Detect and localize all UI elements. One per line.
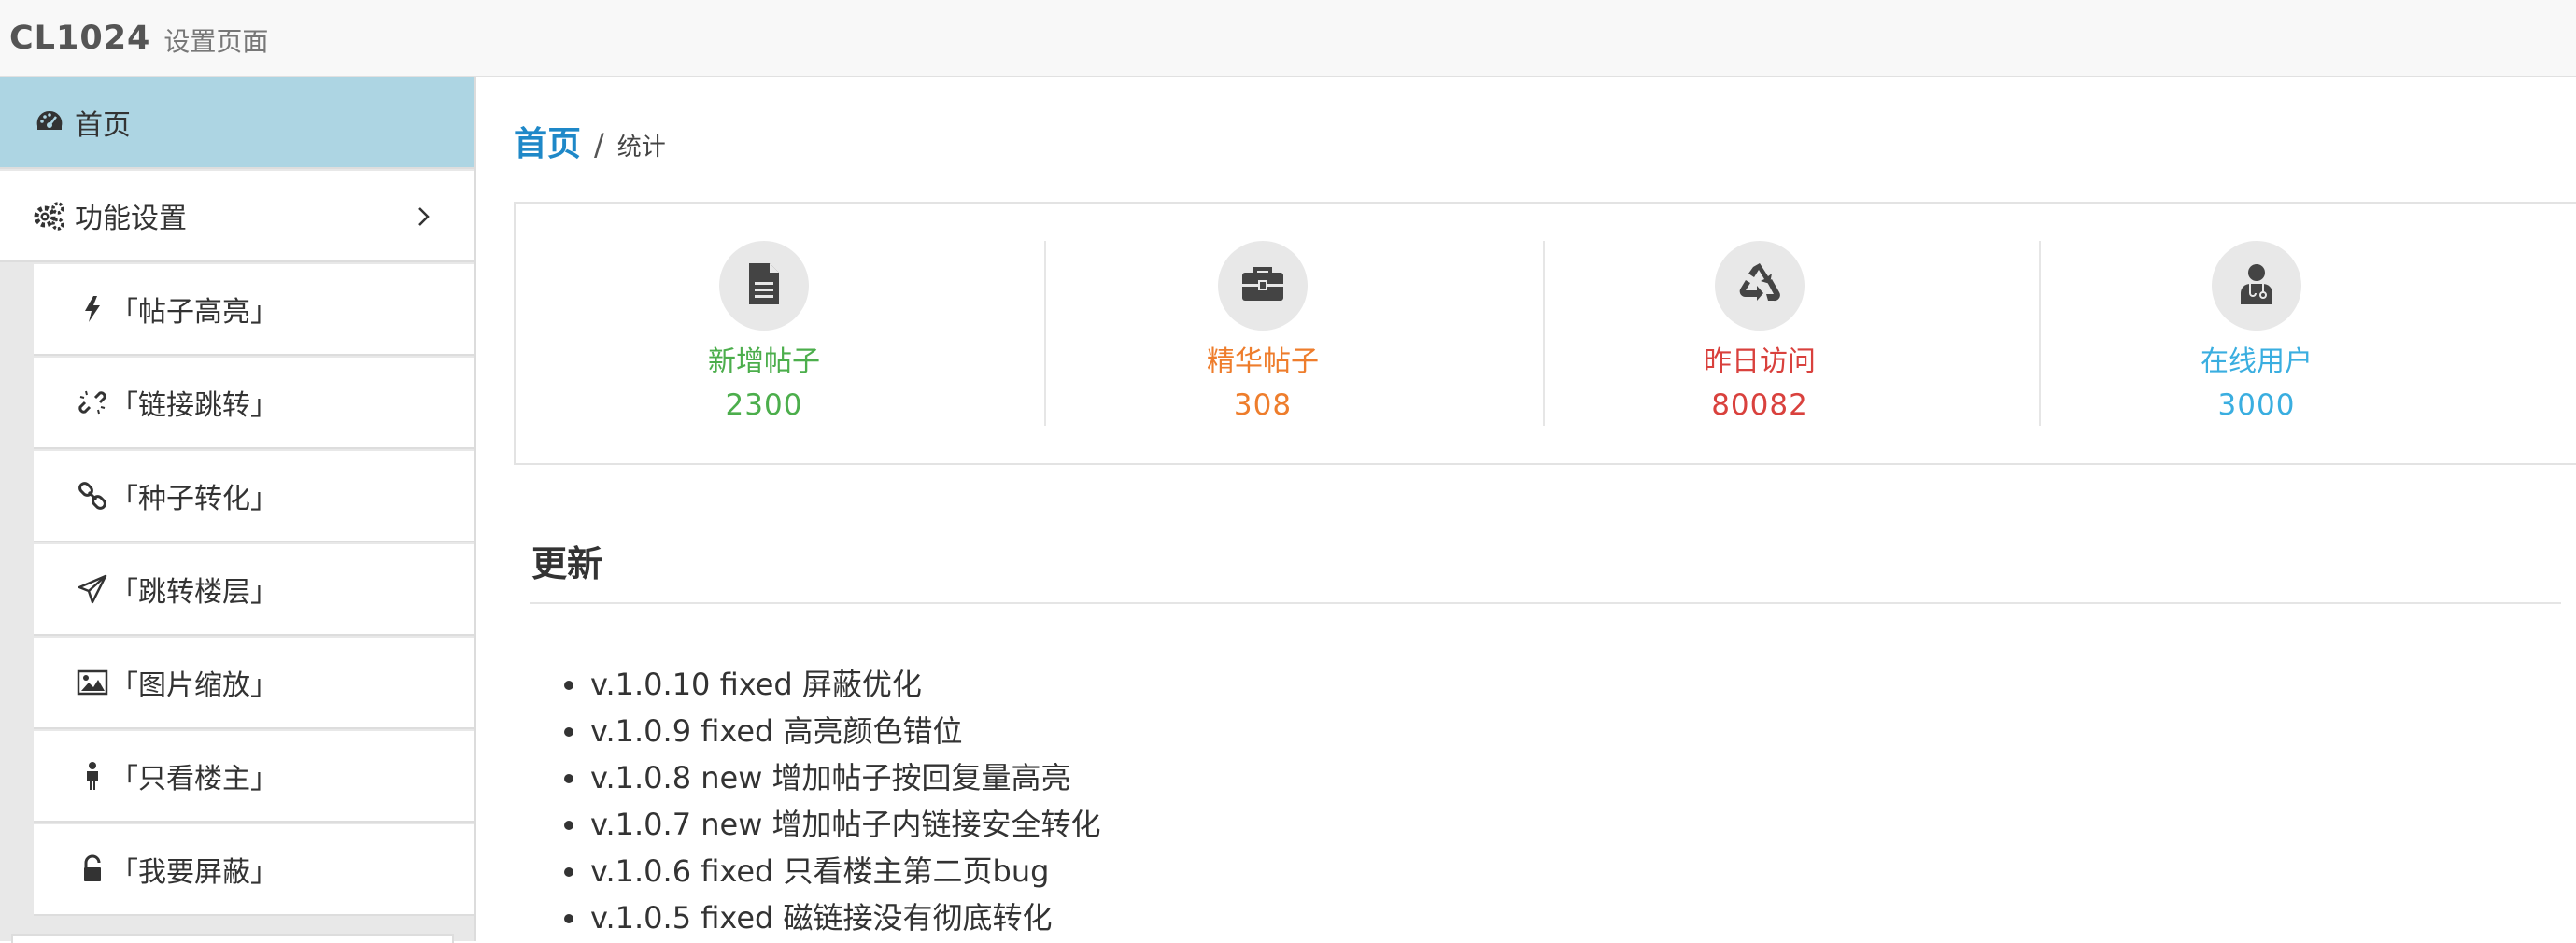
sidebar-item-label: 功能设置 xyxy=(75,203,187,235)
sidebar-item-label: 「帖子高亮」 xyxy=(110,296,278,329)
brand-logo[interactable]: CL1024 xyxy=(9,20,150,57)
breadcrumb: 首页 / 统计 xyxy=(514,117,666,165)
link-icon xyxy=(77,480,108,512)
stat-value: 3000 xyxy=(2217,388,2296,422)
stat-icon-circle xyxy=(2212,241,2301,331)
user-doctor-icon xyxy=(2238,261,2275,310)
stats-panel: 新增帖子 2300 精华帖子 308 昨日访问 80082 在线用户 3000 xyxy=(514,202,2576,465)
list-item: v.1.0.10 fixed 屏蔽优化 xyxy=(564,661,1101,708)
sidebar-item-image-zoom[interactable]: 「图片缩放」 xyxy=(34,638,474,729)
stat-label: 精华帖子 xyxy=(1207,345,1319,378)
sidebar-bottom-panel xyxy=(11,934,454,943)
sidebar-item-label: 「我要屏蔽」 xyxy=(110,856,278,889)
sidebar-item-label: 「种子转化」 xyxy=(110,483,278,515)
image-icon xyxy=(77,667,108,698)
list-item: v.1.0.5 fixed 磁链接没有彻底转化 xyxy=(564,894,1101,941)
page-subtitle: 设置页面 xyxy=(163,25,269,57)
stat-label: 新增帖子 xyxy=(708,345,820,378)
sidebar-item-jump-floor[interactable]: 「跳转楼层」 xyxy=(34,544,474,636)
paper-plane-icon xyxy=(77,573,108,605)
stat-icon-circle xyxy=(1218,241,1308,331)
updates-divider xyxy=(530,602,2561,604)
stat-icon-circle xyxy=(719,241,809,331)
stat-yesterday-visits: 昨日访问 80082 xyxy=(1511,241,2008,426)
unlink-icon xyxy=(77,387,108,418)
main-content: 首页 / 统计 新增帖子 2300 精华帖子 308 昨日访问 80082 在线… xyxy=(476,77,2576,941)
list-item: v.1.0.7 new 增加帖子内链接安全转化 xyxy=(564,801,1101,848)
sidebar-item-label: 首页 xyxy=(75,109,131,142)
bolt-icon xyxy=(77,293,108,325)
sidebar-item-link-redirect[interactable]: 「链接跳转」 xyxy=(34,358,474,449)
sidebar-item-torrent-convert[interactable]: 「种子转化」 xyxy=(34,451,474,542)
sidebar: 首页 功能设置 「帖子高亮」 「链接跳转」 「种子转化」 「跳转楼层」 「图片缩… xyxy=(0,77,476,943)
person-icon xyxy=(77,760,108,792)
updates-title: 更新 xyxy=(531,543,603,584)
sidebar-item-op-only[interactable]: 「只看楼主」 xyxy=(34,731,474,823)
sidebar-item-label: 「跳转楼层」 xyxy=(110,576,278,609)
sidebar-item-home[interactable]: 首页 xyxy=(0,77,474,169)
stat-value: 308 xyxy=(1233,388,1293,422)
stat-label: 在线用户 xyxy=(2201,345,2313,378)
chevron-right-icon xyxy=(409,203,437,231)
stat-featured-posts: 精华帖子 308 xyxy=(1014,241,1511,426)
list-item: v.1.0.8 new 增加帖子按回复量高亮 xyxy=(564,754,1101,801)
top-navbar: CL1024 设置页面 xyxy=(0,0,2576,77)
unlock-icon xyxy=(77,853,108,885)
briefcase-icon xyxy=(1240,265,1285,306)
stat-label: 昨日访问 xyxy=(1704,345,1816,378)
changelog-list: v.1.0.10 fixed 屏蔽优化 v.1.0.9 fixed 高亮颜色错位… xyxy=(564,661,1101,941)
sidebar-item-label: 「只看楼主」 xyxy=(110,763,278,795)
sidebar-item-post-highlight[interactable]: 「帖子高亮」 xyxy=(34,264,474,356)
stat-icon-circle xyxy=(1715,241,1805,331)
recycle-icon xyxy=(1736,261,1783,310)
stat-new-posts: 新增帖子 2300 xyxy=(516,241,1012,426)
sidebar-item-settings[interactable]: 功能设置 xyxy=(0,171,474,262)
sidebar-item-label: 「图片缩放」 xyxy=(110,669,278,702)
list-item: v.1.0.6 fixed 只看楼主第二页bug xyxy=(564,848,1101,894)
breadcrumb-separator: / xyxy=(594,127,604,162)
cogs-icon xyxy=(34,200,65,232)
stat-online-users: 在线用户 3000 xyxy=(2008,241,2505,426)
list-item: v.1.0.9 fixed 高亮颜色错位 xyxy=(564,708,1101,754)
stat-value: 80082 xyxy=(1711,388,1808,422)
breadcrumb-home-link[interactable]: 首页 xyxy=(514,117,581,165)
sidebar-item-label: 「链接跳转」 xyxy=(110,389,278,422)
sidebar-item-block[interactable]: 「我要屏蔽」 xyxy=(34,824,474,916)
dashboard-icon xyxy=(34,106,65,138)
file-text-icon xyxy=(745,261,783,310)
breadcrumb-current: 统计 xyxy=(616,134,666,162)
stat-value: 2300 xyxy=(725,388,803,422)
